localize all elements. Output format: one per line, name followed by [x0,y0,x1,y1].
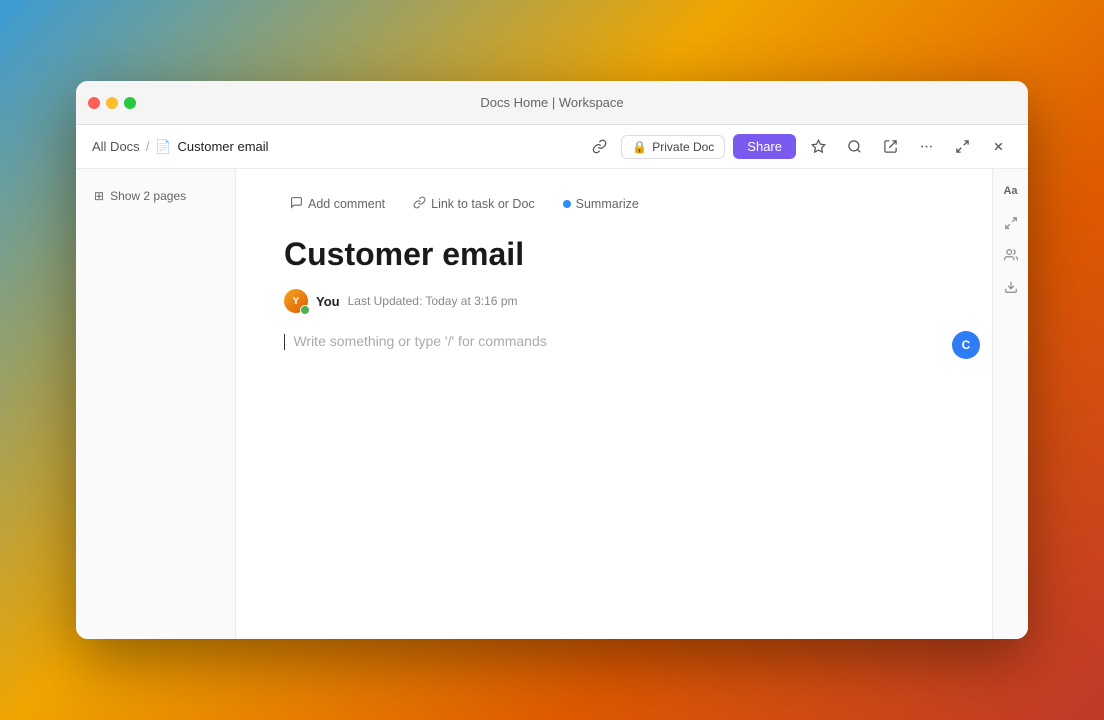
download-button[interactable] [997,273,1025,301]
comment-icon [290,196,303,212]
expand-button[interactable] [997,209,1025,237]
share-link-button[interactable] [585,133,613,161]
close-button[interactable] [88,97,100,109]
editor-cursor [284,334,285,350]
show-pages-button[interactable]: ⊞ Show 2 pages [88,185,192,207]
link-icon [413,196,426,212]
breadcrumb-bar: All Docs / 📄 Customer email 🔒 Private Do… [76,125,1028,169]
titlebar: Docs Home | Workspace [76,81,1028,125]
more-options-button[interactable] [912,133,940,161]
summarize-label: Summarize [576,197,639,211]
font-size-button[interactable]: Aa [997,177,1025,205]
add-comment-button[interactable]: Add comment [284,193,391,215]
share-button[interactable]: Share [733,134,796,159]
ai-indicator: C [952,331,980,359]
window-title: Docs Home | Workspace [480,95,623,110]
private-doc-label: Private Doc [652,140,714,154]
collaborators-button[interactable] [997,241,1025,269]
restore-button[interactable] [948,133,976,161]
breadcrumb-current-doc: Customer email [178,139,269,154]
app-window: Docs Home | Workspace All Docs / 📄 Custo… [76,81,1028,639]
last-updated: Last Updated: Today at 3:16 pm [348,294,518,308]
editor-placeholder: Write something or type '/' for commands [293,333,546,349]
minimize-button[interactable] [106,97,118,109]
all-docs-link[interactable]: All Docs [92,139,140,154]
author-row: Y You Last Updated: Today at 3:16 pm [284,289,944,313]
avatar: Y [284,289,308,313]
star-button[interactable] [804,133,832,161]
close-doc-button[interactable] [984,133,1012,161]
link-task-button[interactable]: Link to task or Doc [407,193,541,215]
editor-area[interactable]: Write something or type '/' for commands… [284,333,944,351]
breadcrumb-separator: / [146,139,150,154]
doc-editor[interactable]: Add comment Link to task or Doc [236,169,992,639]
main-area: ⊞ Show 2 pages Add comment [76,169,1028,639]
doc-icon: 📄 [155,139,171,155]
traffic-lights [76,97,136,109]
search-button[interactable] [840,133,868,161]
left-sidebar: ⊞ Show 2 pages [76,169,236,639]
link-task-label: Link to task or Doc [431,197,535,211]
private-doc-button[interactable]: 🔒 Private Doc [621,135,725,159]
export-button[interactable] [876,133,904,161]
pages-icon: ⊞ [94,189,104,203]
summarize-dot-icon [563,200,571,208]
document-title: Customer email [284,235,944,273]
document-content: Add comment Link to task or Doc [236,169,1028,639]
show-pages-label: Show 2 pages [110,189,186,203]
doc-toolbar: Add comment Link to task or Doc [284,193,944,215]
summarize-button[interactable]: Summarize [557,194,645,214]
maximize-button[interactable] [124,97,136,109]
right-sidebar: Aa [992,169,1028,639]
author-name: You [316,294,340,309]
add-comment-label: Add comment [308,197,385,211]
online-badge [300,305,310,315]
breadcrumb: All Docs / 📄 Customer email [92,139,269,155]
header-actions: 🔒 Private Doc Share [585,133,1012,161]
lock-icon: 🔒 [632,140,647,154]
